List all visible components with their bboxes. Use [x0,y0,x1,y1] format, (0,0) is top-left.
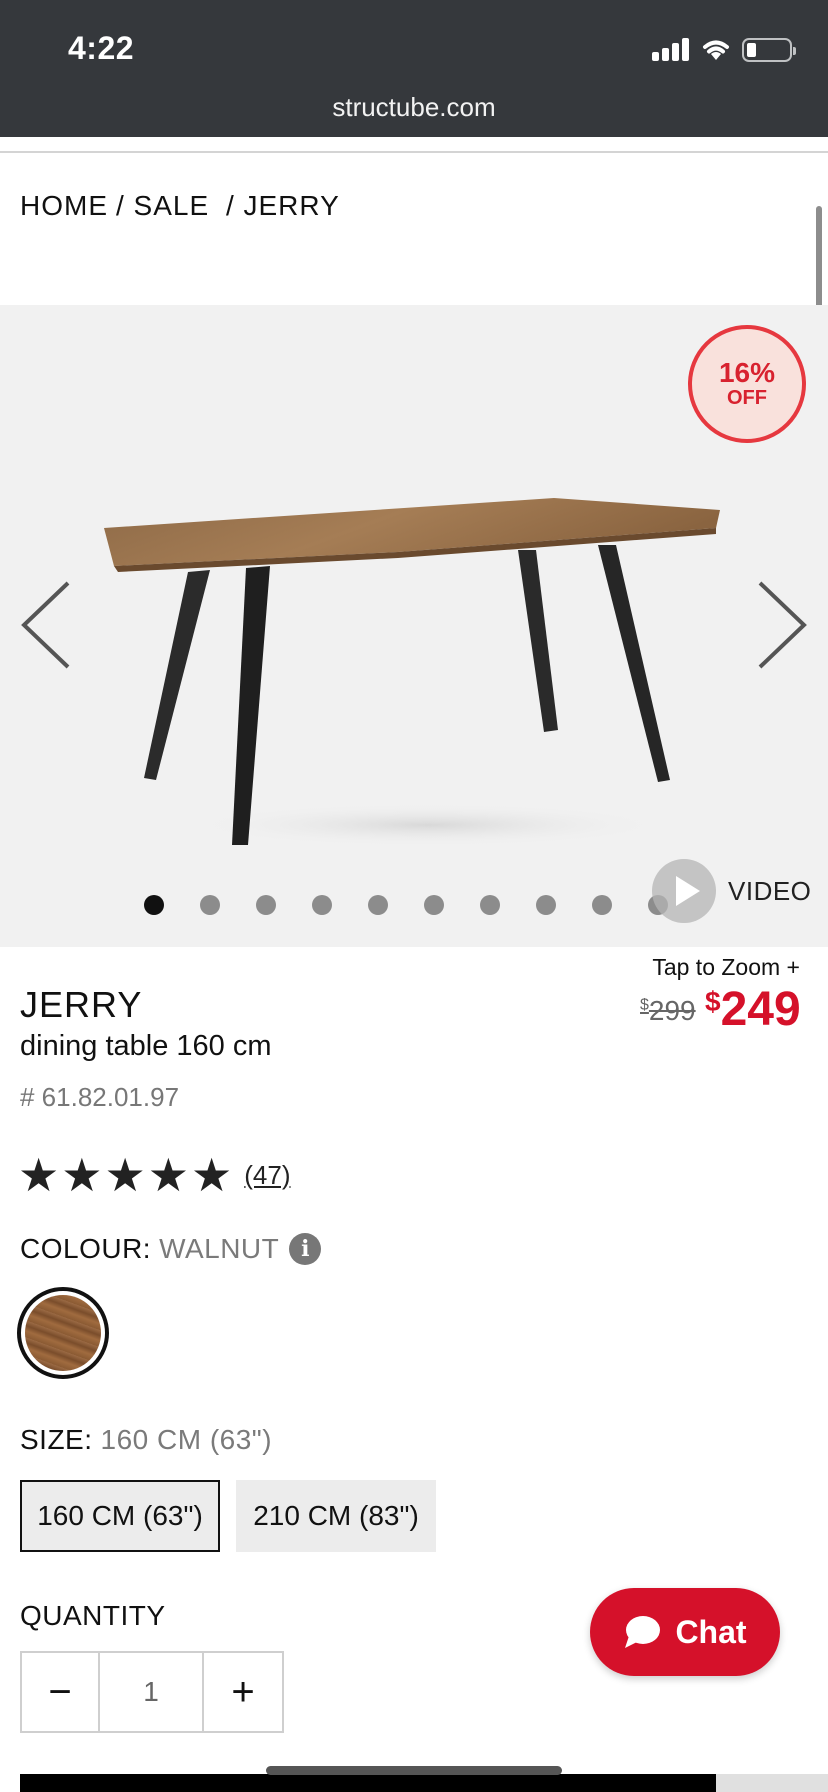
video-label: VIDEO [728,875,812,906]
info-icon[interactable]: i [289,1233,322,1265]
cellular-signal-icon [652,37,692,61]
star-icon: ★ [104,1149,146,1201]
size-value: 160 CM (63") [100,1424,273,1455]
gallery-dot[interactable] [536,895,556,915]
product-image-table [104,498,720,847]
status-time: 4:22 [68,30,135,66]
product-name: JERRY [20,984,143,1025]
quantity-stepper: − 1 + [20,1651,284,1733]
star-rating[interactable]: ★ ★ ★ ★ ★ (47) [18,1152,291,1198]
quantity-input[interactable]: 1 [100,1653,204,1731]
size-label: SIZE: [20,1424,93,1455]
star-icon: ★ [18,1149,60,1201]
breadcrumb-current: / JERRY [217,190,340,221]
chat-bubble-icon [625,1616,661,1648]
chat-button[interactable]: Chat [590,1588,780,1676]
product-sku: # 61.82.01.97 [20,1082,180,1112]
bottom-side-element [716,1774,828,1792]
star-icon: ★ [61,1149,103,1201]
colour-selector-label: COLOUR: WALNUT i [20,1233,322,1265]
size-selector-label: SIZE: 160 CM (63") [20,1424,272,1456]
quantity-label: QUANTITY [20,1600,166,1631]
gallery-dot[interactable] [256,895,276,915]
size-option-160[interactable]: 160 CM (63") [20,1480,220,1552]
gallery-dot[interactable] [368,895,388,915]
browser-topbar: 4:22 structube.com [0,0,828,137]
star-icon: ★ [191,1149,233,1201]
review-count-link[interactable]: (47) [244,1160,290,1191]
star-icon: ★ [147,1149,189,1201]
breadcrumb-home[interactable]: HOME [20,190,108,221]
chat-label: Chat [675,1613,747,1650]
original-price: $299 [640,995,696,1026]
discount-label: OFF [727,387,767,409]
previous-image-arrow-icon[interactable] [16,575,76,675]
home-indicator[interactable] [266,1766,562,1775]
breadcrumb-sale[interactable]: / SALE [116,190,209,221]
colour-swatch-walnut[interactable] [17,1287,109,1379]
gallery-pagination [144,895,704,915]
discount-percent: 16% [718,357,776,388]
header-divider [0,151,828,153]
add-to-cart-bar[interactable] [20,1774,768,1792]
video-button[interactable]: VIDEO [652,859,811,923]
quantity-increase-button[interactable]: + [204,1653,282,1731]
quantity-decrease-button[interactable]: − [22,1653,100,1731]
address-bar[interactable]: structube.com [0,92,828,123]
next-image-arrow-icon[interactable] [752,575,812,675]
gallery-dot[interactable] [312,895,332,915]
gallery-dot[interactable] [592,895,612,915]
wifi-icon [703,40,729,60]
tap-to-zoom[interactable]: Tap to Zoom + [652,954,800,981]
colour-label: COLOUR: [20,1233,152,1264]
sale-price: $249 [705,983,801,1036]
walnut-swatch-image [25,1295,101,1371]
gallery-dot[interactable] [200,895,220,915]
product-description: dining table 160 cm [20,1030,272,1062]
size-option-210[interactable]: 210 CM (83") [236,1480,436,1552]
battery-icon [742,38,796,62]
breadcrumb: HOME / SALE / JERRY [20,190,348,222]
gallery-dot[interactable] [424,895,444,915]
gallery-dot[interactable] [480,895,500,915]
discount-badge: 16% OFF [688,325,806,443]
product-image-gallery[interactable]: 16% OFF VIDEO [0,305,828,947]
play-icon [652,859,716,923]
colour-value: WALNUT [159,1233,280,1264]
gallery-dot[interactable] [144,895,164,915]
